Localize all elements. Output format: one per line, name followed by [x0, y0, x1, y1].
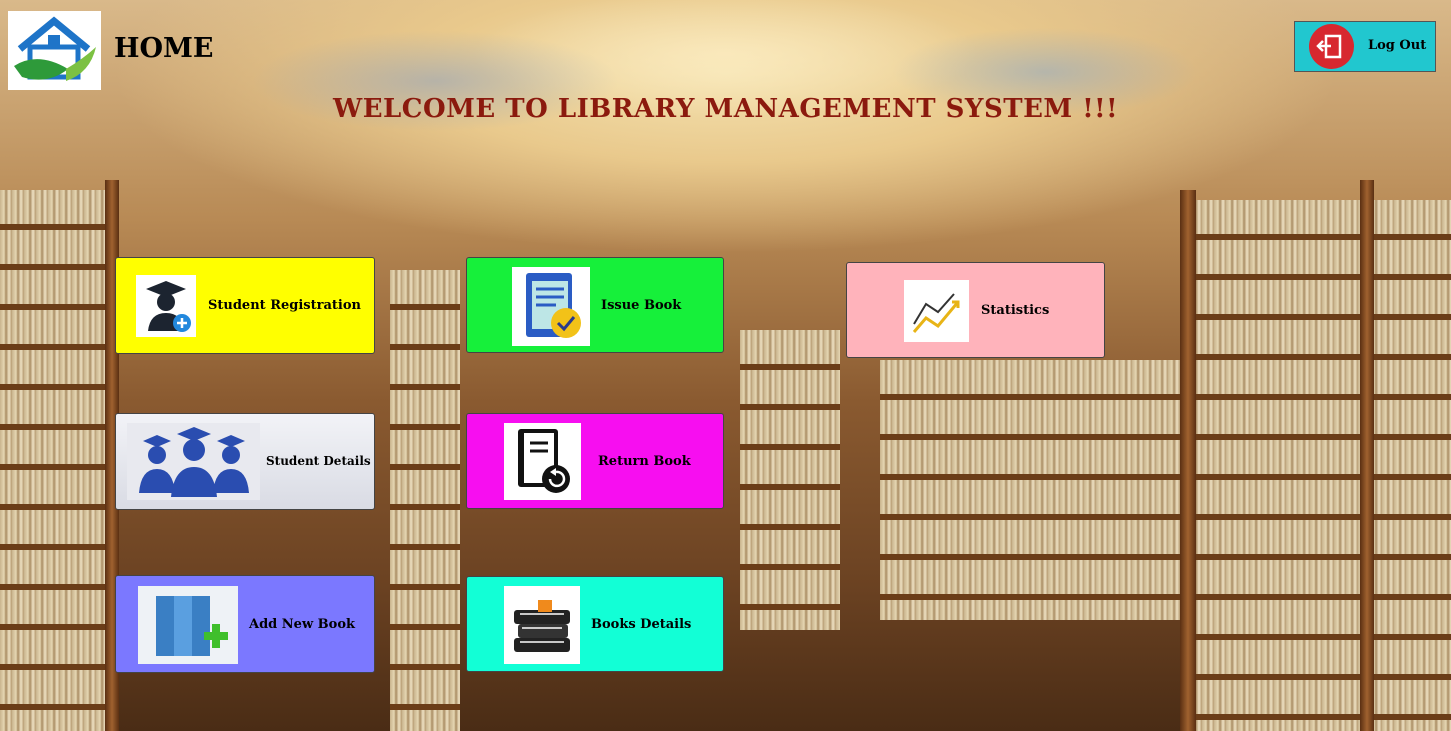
add-book-icon	[138, 586, 238, 664]
student-registration-button[interactable]: Student Registration	[115, 257, 375, 354]
bookshelf-center	[740, 330, 840, 630]
return-book-label: Return Book	[598, 454, 691, 469]
pillar	[1360, 180, 1374, 731]
student-details-label: Student Details	[266, 454, 371, 468]
logout-icon	[1309, 24, 1354, 69]
page-title: HOME	[114, 33, 214, 64]
add-new-book-button[interactable]: Add New Book	[115, 575, 375, 673]
issue-book-button[interactable]: Issue Book	[466, 257, 724, 353]
home-logo-icon	[14, 16, 96, 81]
pillar	[1180, 190, 1196, 731]
logout-button[interactable]: Log Out	[1294, 21, 1436, 72]
bookshelf-center-left	[390, 270, 460, 731]
logout-label: Log Out	[1368, 38, 1427, 53]
add-new-book-label: Add New Book	[249, 617, 355, 632]
book-stack-icon	[504, 586, 580, 664]
issue-document-icon	[512, 267, 590, 346]
welcome-banner: WELCOME TO LIBRARY MANAGEMENT SYSTEM !!!	[333, 94, 1118, 124]
statistics-button[interactable]: Statistics	[846, 262, 1105, 358]
chart-icon	[904, 280, 969, 342]
bookshelf-right	[1190, 200, 1451, 731]
return-book-icon	[504, 423, 581, 500]
books-details-label: Books Details	[591, 617, 692, 632]
statistics-label: Statistics	[981, 303, 1050, 318]
student-details-button[interactable]: Student Details	[115, 413, 375, 510]
bookshelf-left	[0, 190, 110, 731]
student-registration-label: Student Registration	[208, 298, 361, 313]
bookshelf-center-right	[880, 360, 1180, 620]
home-logo	[8, 11, 101, 90]
issue-book-label: Issue Book	[601, 298, 682, 313]
books-details-button[interactable]: Books Details	[466, 576, 724, 672]
ceiling-fresco	[0, 0, 1451, 180]
return-book-button[interactable]: Return Book	[466, 413, 724, 509]
students-group-icon	[127, 423, 260, 500]
graduate-add-icon	[136, 275, 196, 337]
